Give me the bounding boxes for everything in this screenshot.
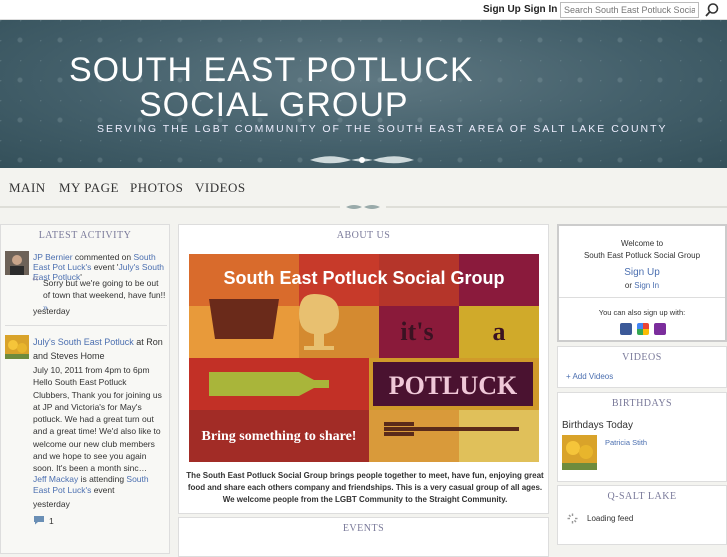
sign-up-link[interactable]: Sign Up	[483, 4, 521, 15]
site-title-line2[interactable]: SOCIAL GROUP	[139, 86, 409, 125]
banner-potluck-text: POTLUCK	[389, 371, 518, 400]
avatar-jp-bernier[interactable]	[5, 251, 29, 275]
welcome-box: Welcome to South East Potluck Social Gro…	[557, 224, 727, 342]
site-title-line1[interactable]: SOUTH EAST POTLUCK	[69, 51, 474, 90]
nav-main[interactable]: MAIN	[9, 180, 46, 196]
about-us-box: ABOUT US South East Potluck Social Group…	[178, 224, 549, 514]
yahoo-icon[interactable]	[654, 323, 666, 335]
about-us-title: ABOUT US	[336, 230, 391, 241]
event-headline: July's South East Potluck at Ron and Ste…	[33, 337, 163, 361]
search-input[interactable]	[560, 2, 699, 18]
event-thumbnail[interactable]	[5, 335, 29, 359]
banner-a-text: a	[493, 317, 506, 346]
welcome-line2: South East Potluck Social Group	[583, 251, 701, 260]
potluck-banner-image: South East Potluck Social Group it's a P…	[189, 254, 539, 462]
site-tagline: SERVING THE LGBT COMMUNITY OF THE SOUTH …	[97, 123, 668, 135]
event-description: July 10, 2011 from 4pm to 6pm Hello Sout…	[33, 365, 162, 474]
banner-heading-text: South East Potluck Social Group	[223, 268, 504, 288]
banner-its-text: it's	[400, 317, 433, 346]
about-us-description: The South East Potluck Social Group brin…	[186, 471, 544, 504]
activity-actor-link[interactable]: JP Bernier	[33, 252, 73, 262]
events-box: EVENTS	[178, 517, 549, 557]
latest-activity-title: LATEST ACTIVITY	[38, 230, 132, 241]
welcome-separator	[559, 297, 725, 298]
site-header: SOUTH EAST POTLUCK SOCIAL GROUP SERVING …	[0, 20, 727, 168]
welcome-line1: Welcome to	[620, 239, 664, 248]
birthdays-title: BIRTHDAYS	[611, 398, 673, 409]
activity-time-2: yesterday	[33, 499, 70, 509]
top-bar: Sign Up Sign In	[0, 0, 727, 20]
nav-photos[interactable]: PHOTOS	[130, 180, 183, 196]
birthdays-today-label: Birthdays Today	[562, 420, 633, 431]
header-ornament-icon	[310, 156, 414, 164]
q-salt-lake-title: Q-SALT LAKE	[607, 491, 677, 502]
facebook-icon[interactable]	[620, 323, 632, 335]
birthdays-box: BIRTHDAYS Birthdays Today Patricia Stith	[557, 392, 727, 482]
loading-feed-text: Loading feed	[587, 514, 634, 523]
attendee-link[interactable]: Jeff Mackay	[33, 474, 78, 484]
videos-title: VIDEOS	[622, 352, 662, 363]
nav-videos[interactable]: VIDEOS	[195, 180, 246, 196]
search-icon[interactable]	[703, 2, 721, 18]
comment-icon[interactable]	[33, 515, 45, 525]
activity-separator	[5, 325, 167, 326]
add-videos-link[interactable]: + Add Videos	[566, 372, 613, 381]
quote-mark-icon: “	[32, 274, 40, 291]
birthday-person-link[interactable]: Patricia Stith	[605, 438, 647, 447]
sign-up-with-label: You can also sign up with:	[598, 308, 686, 317]
event-title-link[interactable]: July's South East Potluck	[33, 337, 134, 347]
welcome-or-signin: or Sign In	[624, 281, 660, 290]
activity-item-3-headline: Jeff Mackay is attending South East Pot …	[33, 474, 149, 495]
google-icon[interactable]	[637, 323, 649, 335]
welcome-sign-in-link[interactable]: Sign In	[634, 281, 659, 290]
videos-box: VIDEOS + Add Videos	[557, 346, 727, 388]
comment-count[interactable]: 1	[49, 515, 54, 528]
sign-in-link[interactable]: Sign In	[524, 4, 557, 15]
activity-time: yesterday	[33, 306, 70, 316]
loading-spinner-icon	[567, 513, 578, 524]
events-title: EVENTS	[342, 523, 385, 534]
nav-divider	[0, 205, 727, 209]
q-salt-lake-box: Q-SALT LAKE Loading feed	[557, 485, 727, 545]
birthday-avatar[interactable]	[562, 435, 597, 470]
main-nav: MAIN MY PAGE PHOTOS VIDEOS	[0, 168, 727, 198]
welcome-sign-up-link[interactable]: Sign Up	[559, 267, 725, 278]
nav-my-page[interactable]: MY PAGE	[59, 180, 119, 196]
latest-activity-box: LATEST ACTIVITY JP Bernier commented on …	[0, 224, 170, 554]
banner-bring-text: Bring something to share!	[202, 429, 357, 444]
